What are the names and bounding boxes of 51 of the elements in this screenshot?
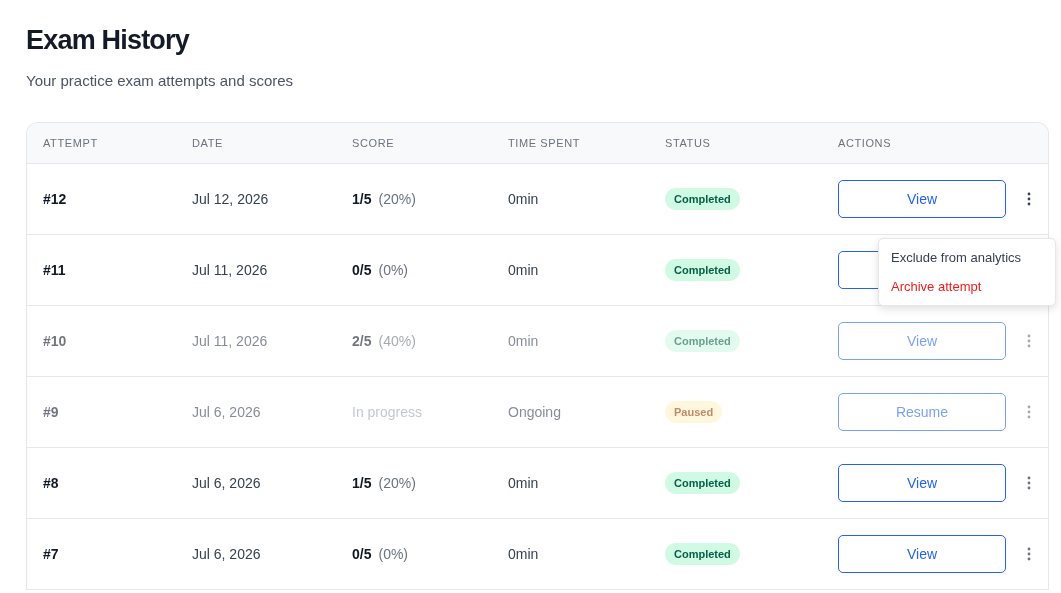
score-value: 1/5 (352, 191, 372, 207)
time-cell-text: 0min (507, 475, 540, 491)
time-cell-text: Ongoing (507, 404, 562, 420)
column-header: TIME SPENT (507, 137, 581, 149)
date-cell-text: Jul 11, 2026 (191, 333, 269, 349)
more-options-icon[interactable] (1026, 546, 1032, 562)
score-note: In progress (352, 404, 423, 420)
date-cell-text: Jul 6, 2026 (191, 404, 262, 420)
attempt-cell-text: #12 (42, 191, 68, 207)
menu-item[interactable]: Archive attempt (879, 272, 1055, 301)
date-cell-text: Jul 6, 2026 (191, 475, 262, 491)
menu-item[interactable]: Exclude from analytics (879, 243, 1055, 272)
column-header: SCORE (351, 137, 396, 149)
score-value: 0/5 (352, 262, 372, 278)
page-subtitle: Your practice exam attempts and scores (26, 72, 295, 89)
status-badge: Completed (665, 188, 740, 210)
view-button[interactable]: View (838, 180, 1006, 218)
score-percent: (20%) (378, 475, 416, 491)
time-cell-text: 0min (507, 262, 540, 278)
status-badge: Completed (665, 543, 740, 565)
view-button[interactable]: View (838, 535, 1006, 573)
date-cell-text: Jul 11, 2026 (191, 262, 269, 278)
column-header: DATE (191, 137, 224, 149)
score-percent: (40%) (378, 333, 416, 349)
score-value: 1/5 (352, 475, 372, 491)
status-badge: Completed (665, 330, 740, 352)
score-value: 0/5 (352, 546, 372, 562)
time-cell-text: 0min (507, 546, 540, 562)
date-cell-text: Jul 6, 2026 (191, 546, 262, 562)
attempt-cell-text: #8 (42, 475, 60, 491)
column-header: STATUS (664, 137, 712, 149)
column-header: ATTEMPT (42, 137, 99, 149)
score-percent: (0%) (378, 262, 409, 278)
view-button[interactable]: View (838, 464, 1006, 502)
more-options-icon[interactable] (1026, 191, 1032, 207)
time-cell-text: 0min (507, 191, 540, 207)
date-cell-text: Jul 12, 2026 (191, 191, 270, 207)
score-percent: (0%) (378, 546, 409, 562)
page-title: Exam History (26, 24, 191, 57)
status-badge: Completed (665, 472, 740, 494)
more-options-icon[interactable] (1026, 475, 1032, 491)
score-value: 2/5 (352, 333, 372, 349)
score-percent: (20%) (378, 191, 416, 207)
status-badge: Paused (665, 401, 723, 423)
attempt-cell-text: #9 (42, 404, 60, 420)
column-header: ACTIONS (837, 137, 893, 149)
attempt-cell-text: #7 (42, 546, 60, 562)
attempt-cell-text: #10 (42, 333, 68, 349)
time-cell-text: 0min (507, 333, 540, 349)
attempt-cell-text: #11 (42, 262, 67, 278)
status-badge: Completed (665, 259, 740, 281)
